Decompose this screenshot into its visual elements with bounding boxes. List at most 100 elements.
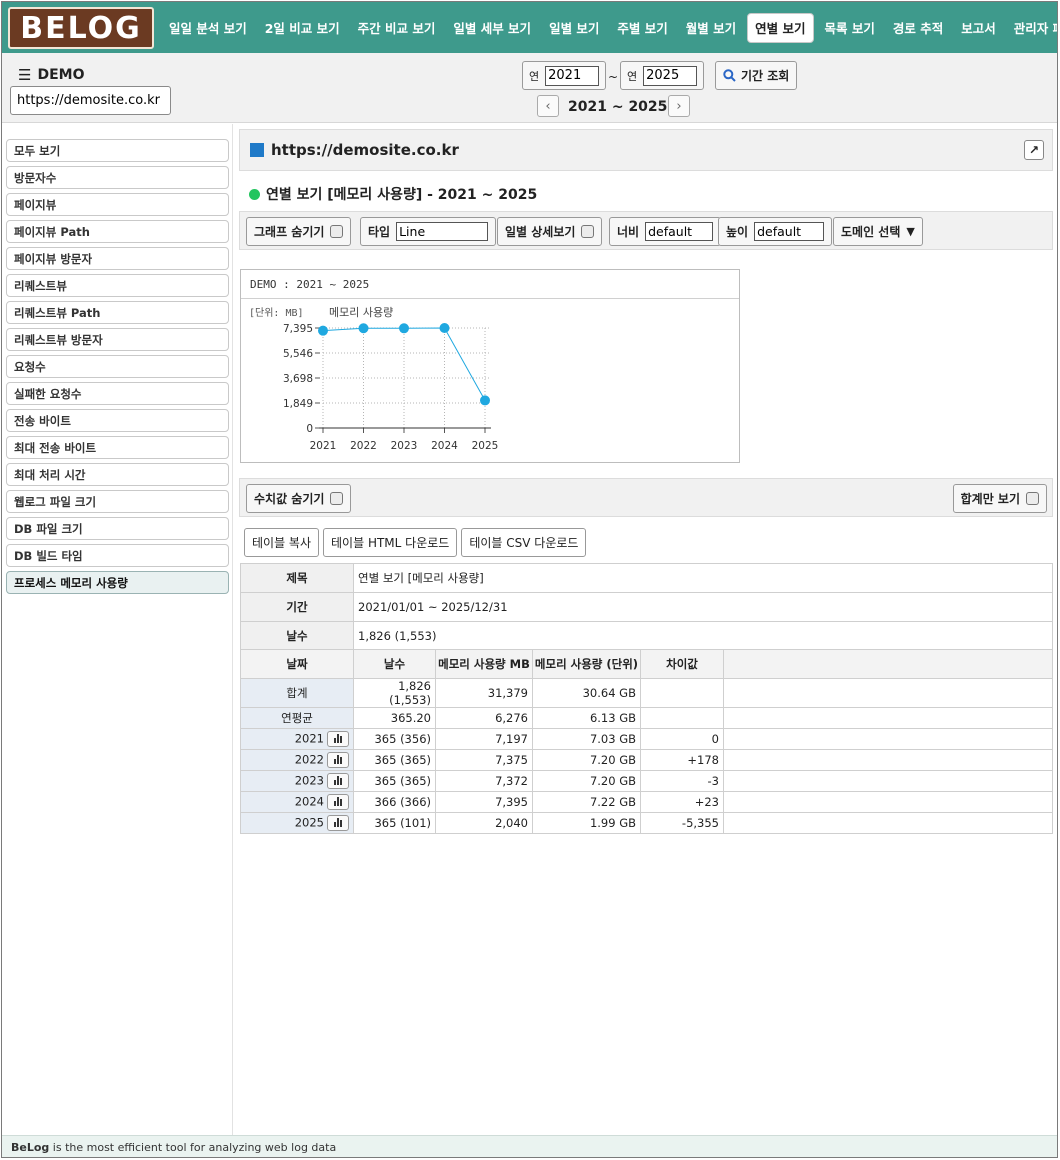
info-value: 연별 보기 [메모리 사용량] — [353, 563, 1053, 593]
row-date-label: 2022 — [294, 752, 324, 767]
table-cell: 7.20 GB — [532, 770, 641, 792]
row-date: 2024 — [240, 791, 354, 813]
data-point — [480, 395, 490, 406]
download-html-button[interactable]: 테이블 HTML 다운로드 — [323, 528, 458, 557]
domain-select-button[interactable]: 도메인 선택 ▼ — [833, 217, 923, 246]
nav-item[interactable]: 관리자 페이지 — [1005, 13, 1057, 43]
series-name-label: 메모리 사용량 — [329, 306, 393, 319]
height-input[interactable] — [754, 222, 825, 241]
info-row: 제목 연별 보기 [메모리 사용량] — [240, 563, 1053, 593]
sidebar-item[interactable]: 리퀘스트뷰 방문자 — [6, 328, 229, 351]
hide-graph-checkbox[interactable] — [330, 225, 344, 238]
row-date: 2022 — [240, 749, 354, 771]
bar-chart-icon[interactable] — [327, 731, 349, 747]
prev-range-button[interactable]: ‹ — [537, 95, 559, 117]
sidebar-item[interactable]: 페이지뷰 — [6, 193, 229, 216]
row-date-label: 2023 — [294, 773, 324, 788]
sidebar-item[interactable]: 리퀘스트뷰 — [6, 274, 229, 297]
menu-icon[interactable]: ☰ — [18, 66, 31, 84]
nav-item[interactable]: 보고서 — [952, 13, 1005, 43]
copy-table-button[interactable]: 테이블 복사 — [244, 528, 320, 557]
sidebar-item[interactable]: 페이지뷰 Path — [6, 220, 229, 243]
hide-graph-toggle[interactable]: 그래프 숨기기 — [246, 217, 352, 246]
report-info-table: 제목 연별 보기 [메모리 사용량] 기간 2021/01/01 ~ 2025/12/… — [240, 563, 1053, 651]
sidebar-item[interactable]: 프로세스 메모리 사용량 — [6, 571, 229, 594]
daily-detail-toggle[interactable]: 일별 상세보기 — [497, 217, 603, 246]
hide-values-toggle[interactable]: 수치값 숨기기 — [246, 484, 352, 513]
nav-item[interactable]: 일일 분석 보기 — [160, 13, 256, 43]
table-row: 2022 365 (365) 7,375 7.20 GB +178 — [240, 749, 1053, 771]
type-input[interactable] — [396, 222, 489, 241]
sidebar-item[interactable]: 페이지뷰 방문자 — [6, 247, 229, 270]
width-input[interactable] — [645, 222, 714, 241]
next-range-button[interactable]: › — [668, 95, 690, 117]
sidebar-item[interactable]: 최대 처리 시간 — [6, 463, 229, 486]
table-row: 2021 365 (356) 7,197 7.03 GB 0 — [240, 728, 1053, 750]
belog-logo[interactable]: BELOG — [8, 7, 154, 49]
type-label: 타입 — [368, 225, 391, 239]
site-name: DEMO — [37, 67, 85, 83]
year-from-input[interactable] — [545, 65, 600, 86]
table-cell: 365.20 — [353, 707, 436, 729]
yearly-data-table: 날짜 날수 메모리 사용량 MB 메모리 사용량 (단위) 차이값 합계 1,826 (1… — [240, 649, 1053, 834]
sidebar-item[interactable]: 실패한 요청수 — [6, 382, 229, 405]
year-from-label: 연 — [529, 69, 540, 83]
table-cell-empty — [723, 770, 1053, 792]
table-cell: 7,395 — [435, 791, 533, 813]
sidebar-item[interactable]: 리퀘스트뷰 Path — [6, 301, 229, 324]
open-external-button[interactable]: ↗ — [1024, 140, 1044, 160]
table-cell-empty — [723, 707, 1053, 729]
period-search-button[interactable]: 기간 조회 — [715, 61, 798, 90]
total-only-toggle[interactable]: 합계만 보기 — [952, 484, 1047, 513]
sidebar-item[interactable]: 전송 바이트 — [6, 409, 229, 432]
bar-chart-icon[interactable] — [327, 752, 349, 768]
nav-item[interactable]: 주별 보기 — [608, 13, 676, 43]
nav-item[interactable]: 2일 비교 보기 — [256, 13, 349, 43]
site-url-field[interactable] — [10, 86, 171, 115]
nav-item[interactable]: 경로 추적 — [884, 13, 952, 43]
nav-item[interactable]: 주간 비교 보기 — [349, 13, 445, 43]
total-only-label: 합계만 보기 — [960, 492, 1020, 506]
sidebar-item[interactable]: 요청수 — [6, 355, 229, 378]
table-cell: 7,197 — [435, 728, 533, 750]
x-tick-label: 2021 — [310, 440, 337, 452]
y-tick-label: 0 — [306, 423, 313, 435]
table-cell-empty — [723, 728, 1053, 750]
sidebar-item[interactable]: 최대 전송 바이트 — [6, 436, 229, 459]
row-date: 2021 — [240, 728, 354, 750]
bar-chart-icon[interactable] — [327, 794, 349, 810]
hide-values-checkbox[interactable] — [330, 492, 344, 505]
daily-detail-checkbox[interactable] — [581, 225, 595, 238]
status-dot-icon — [249, 188, 260, 200]
footer: BeLog is the most efficient tool for ana… — [2, 1135, 1057, 1157]
nav-item[interactable]: 월별 보기 — [677, 13, 745, 43]
table-row: 합계 1,826 (1,553) 31,379 30.64 GB — [240, 678, 1053, 708]
year-to-input[interactable] — [643, 65, 698, 86]
table-cell: 0 — [640, 728, 724, 750]
download-csv-button[interactable]: 테이블 CSV 다운로드 — [461, 528, 587, 557]
nav-item[interactable]: 일별 보기 — [540, 13, 608, 43]
main-nav: 일일 분석 보기 2일 비교 보기 주간 비교 보기 일별 세부 보기 일별 보기 주별 … — [160, 2, 1057, 53]
info-row: 날수 1,826 (1,553) — [240, 621, 1053, 651]
table-cell-empty — [723, 678, 1053, 708]
memory-line-chart: [단위: MB] 메모리 사용량 0 1,849 3,698 5,546 7,395 2021… — [249, 306, 498, 452]
sidebar-item[interactable]: DB 빌드 타임 — [6, 544, 229, 567]
url-panel-header: https://demosite.co.kr ↗ — [239, 129, 1053, 171]
table-row: 2024 366 (366) 7,395 7.22 GB +23 — [240, 791, 1053, 813]
sidebar-item[interactable]: 모두 보기 — [6, 139, 229, 162]
footer-brand: BeLog — [11, 1141, 50, 1154]
bar-chart-icon[interactable] — [327, 773, 349, 789]
nav-item[interactable]: 일별 세부 보기 — [444, 13, 540, 43]
nav-item[interactable]: 목록 보기 — [816, 13, 884, 43]
sidebar-item[interactable]: 방문자수 — [6, 166, 229, 189]
total-only-checkbox[interactable] — [1026, 492, 1039, 505]
graph-toolbar: 그래프 숨기기 타입 일별 상세보기 너비 높이 도메인 선택 ▼ — [239, 211, 1053, 250]
bar-chart-icon[interactable] — [327, 815, 349, 831]
sidebar-item[interactable]: 웹로그 파일 크기 — [6, 490, 229, 513]
width-label: 너비 — [617, 225, 640, 239]
sidebar-item[interactable]: DB 파일 크기 — [6, 517, 229, 540]
info-label: 날수 — [240, 621, 354, 651]
nav-item[interactable]: 연별 보기 — [747, 12, 814, 43]
table-cell: 7.22 GB — [532, 791, 641, 813]
row-date: 2023 — [240, 770, 354, 792]
